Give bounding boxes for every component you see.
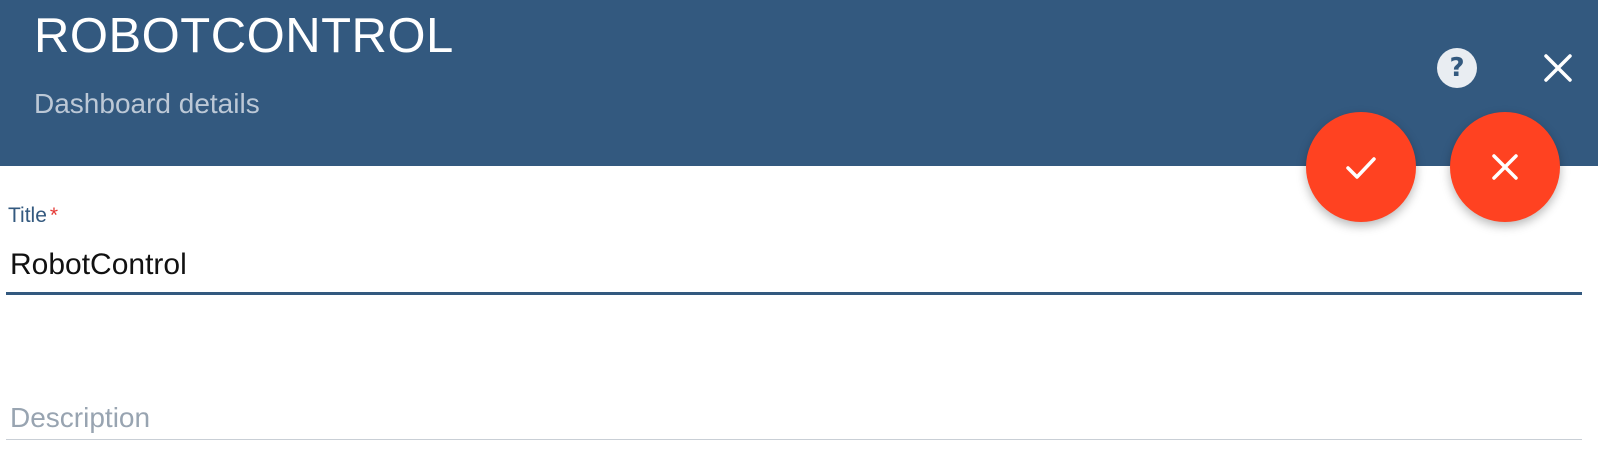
check-icon <box>1346 157 1376 179</box>
save-button[interactable] <box>1306 112 1416 222</box>
help-circle-icon: ? <box>1449 53 1465 83</box>
close-dialog-button[interactable] <box>1538 48 1578 88</box>
title-field-label: Title * <box>8 204 58 228</box>
description-input[interactable] <box>8 398 1584 438</box>
cancel-button[interactable] <box>1450 112 1560 222</box>
description-input-underline <box>6 439 1582 440</box>
required-asterisk: * <box>49 204 59 227</box>
help-button[interactable]: ? <box>1437 48 1477 88</box>
close-icon <box>1492 154 1518 180</box>
title-input-underline <box>6 292 1582 295</box>
title-label-text: Title <box>8 204 47 227</box>
dashboard-title: ROBOTCONTROL <box>34 9 454 63</box>
close-icon <box>1544 54 1572 82</box>
dialog-subtitle: Dashboard details <box>34 88 260 119</box>
title-input[interactable] <box>8 240 1584 290</box>
